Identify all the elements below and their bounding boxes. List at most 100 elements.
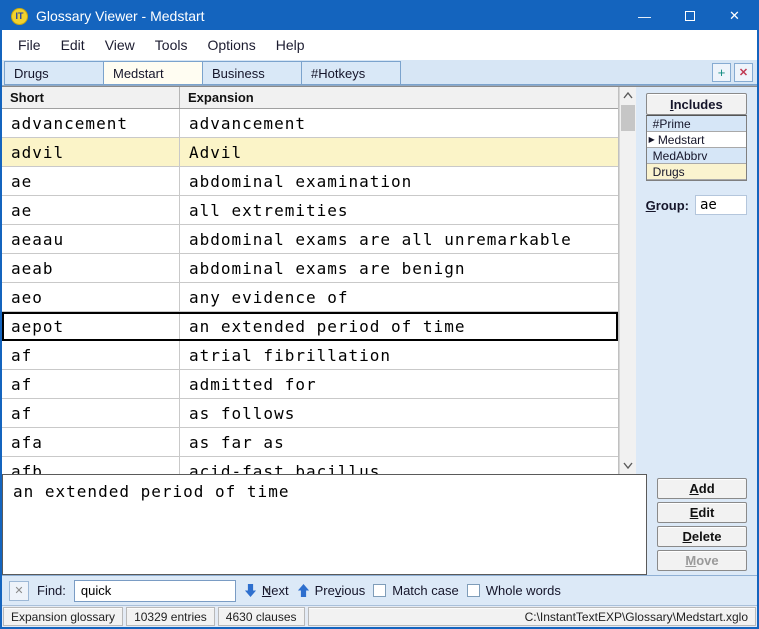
cell-expansion: as follows — [189, 403, 296, 423]
glossary-tab[interactable]: Business — [202, 61, 302, 85]
column-header-short[interactable]: Short — [2, 87, 180, 108]
menu-item[interactable]: Help — [266, 33, 315, 57]
minimize-button[interactable]: — — [622, 2, 667, 30]
glossary-tab[interactable]: Drugs — [4, 61, 104, 85]
column-header-expansion[interactable]: Expansion — [180, 87, 618, 108]
cell-short: aeo — [2, 283, 180, 311]
table-row[interactable]: aeo any evidence of — [2, 283, 618, 312]
next-arrow-icon — [244, 584, 256, 597]
table-row[interactable]: af admitted for — [2, 370, 618, 399]
whole-words-checkbox[interactable] — [466, 584, 480, 597]
add-tab-button[interactable]: + — [712, 63, 731, 82]
find-next-label: Next — [261, 583, 289, 598]
cell-short: aeab — [2, 254, 180, 282]
tab-label: Drugs — [14, 65, 49, 81]
previous-arrow-icon — [297, 584, 309, 597]
menu-bar: File Edit View Tools Options Help — [2, 30, 757, 60]
cell-expansion: abdominal examination — [189, 171, 413, 191]
whole-words-option[interactable]: Whole words — [466, 583, 561, 598]
expansion-preview: an extended period of time — [2, 474, 647, 575]
cell-expansion: Advil — [189, 142, 243, 162]
find-input[interactable] — [74, 583, 263, 598]
menu-item[interactable]: Options — [197, 33, 265, 57]
scrollbar-thumb[interactable] — [620, 105, 635, 131]
main-area: Short Expansion advancement advancement … — [2, 86, 757, 474]
glossary-tab[interactable]: #Hotkeys — [301, 61, 401, 85]
table-row[interactable]: aeaau abdominal exams are all unremarkab… — [2, 225, 618, 254]
glossary-type-status: Expansion glossary — [3, 607, 124, 626]
scroll-up-icon[interactable] — [620, 87, 636, 104]
include-item[interactable]: ▶ Medstart — [646, 132, 746, 148]
include-item[interactable]: ▶ #Prime — [646, 116, 746, 132]
close-tab-button[interactable]: ✕ — [734, 63, 753, 82]
group-row: Group: — [646, 195, 747, 215]
find-combobox[interactable]: ▼ — [73, 579, 271, 602]
cell-short: advancement — [2, 109, 180, 137]
cell-expansion: abdominal exams are benign — [189, 258, 466, 278]
group-input[interactable] — [695, 195, 747, 215]
include-item[interactable]: ▶ Drugs — [646, 164, 746, 180]
menu-item[interactable]: View — [95, 33, 145, 57]
add-button[interactable]: Add — [657, 478, 747, 499]
cell-short: ae — [2, 196, 180, 224]
menu-item[interactable]: Edit — [51, 33, 95, 57]
include-item[interactable]: ▶ MedAbbrv — [646, 148, 746, 164]
cell-expansion: advancement — [189, 113, 306, 133]
close-button[interactable]: ✕ — [712, 2, 757, 30]
match-case-option[interactable]: Match case — [373, 583, 459, 598]
glossary-tab[interactable]: Medstart — [103, 61, 203, 85]
cell-short: af — [2, 341, 180, 369]
table-row[interactable]: aeab abdominal exams are benign — [2, 254, 618, 283]
find-bar: ✕ Find: ▼ Next Previous Match case Whole… — [2, 575, 757, 605]
table-row[interactable]: advancement advancement — [2, 109, 618, 138]
window-title: Glossary Viewer - Medstart — [36, 8, 205, 24]
cell-short: aeaau — [2, 225, 180, 253]
maximize-button[interactable] — [667, 2, 712, 30]
action-buttons: Add Edit Delete Move — [647, 474, 757, 575]
app-window: IT Glossary Viewer - Medstart — ✕ File E… — [0, 0, 759, 629]
cell-short: afb — [2, 457, 180, 474]
menu-item[interactable]: Tools — [145, 33, 198, 57]
table-row[interactable]: aepot an extended period of time — [2, 312, 618, 341]
find-previous[interactable]: Previous — [297, 583, 366, 598]
find-next[interactable]: Next — [244, 583, 289, 598]
table-row[interactable]: af as follows — [2, 399, 618, 428]
glossary-tab-bar: Drugs Medstart Business #Hotkeys + ✕ — [2, 60, 757, 86]
match-case-label: Match case — [392, 583, 459, 598]
cell-expansion: as far as — [189, 432, 285, 452]
entries-count-status: 10329 entries — [126, 607, 215, 626]
include-label: Medstart — [657, 132, 705, 147]
find-previous-label: Previous — [314, 583, 366, 598]
scroll-down-icon[interactable] — [620, 457, 636, 474]
edit-button[interactable]: Edit — [657, 502, 747, 523]
table-row[interactable]: advil Advil — [2, 138, 618, 167]
delete-button[interactable]: Delete — [657, 526, 747, 547]
includes-list: ▶ #Prime ▶ Medstart ▶ MedAbbrv ▶ — [645, 115, 747, 181]
whole-words-label: Whole words — [485, 583, 561, 598]
match-case-checkbox[interactable] — [373, 584, 387, 597]
cell-expansion: all extremities — [189, 200, 349, 220]
find-label: Find: — [37, 583, 66, 598]
clauses-count-status: 4630 clauses — [217, 607, 305, 626]
menu-item[interactable]: File — [8, 33, 51, 57]
tab-label: #Hotkeys — [311, 65, 366, 81]
table-row[interactable]: afb acid-fast bacillus — [2, 457, 618, 474]
cell-short: aepot — [2, 312, 180, 340]
close-find-icon: ✕ — [14, 585, 24, 597]
glossary-grid: Short Expansion advancement advancement … — [2, 87, 619, 474]
move-button: Move — [657, 550, 747, 571]
includes-button[interactable]: Includes — [645, 93, 747, 115]
cell-expansion: admitted for — [189, 374, 317, 394]
detail-row: an extended period of time Add Edit Dele… — [2, 474, 757, 575]
table-row[interactable]: ae all extremities — [2, 196, 618, 225]
find-close-button[interactable]: ✕ — [9, 580, 29, 601]
app-icon: IT — [11, 7, 28, 25]
table-row[interactable]: afa as far as — [2, 428, 618, 457]
cell-short: af — [2, 370, 180, 398]
file-path-status: C:\InstantTextEXP\Glossary\Medstart.xglo — [307, 607, 756, 626]
cell-expansion: an extended period of time — [189, 316, 466, 336]
window-controls: — ✕ — [622, 2, 757, 30]
table-scrollbar[interactable] — [618, 87, 636, 474]
table-row[interactable]: ae abdominal examination — [2, 167, 618, 196]
table-row[interactable]: af atrial fibrillation — [2, 341, 618, 370]
